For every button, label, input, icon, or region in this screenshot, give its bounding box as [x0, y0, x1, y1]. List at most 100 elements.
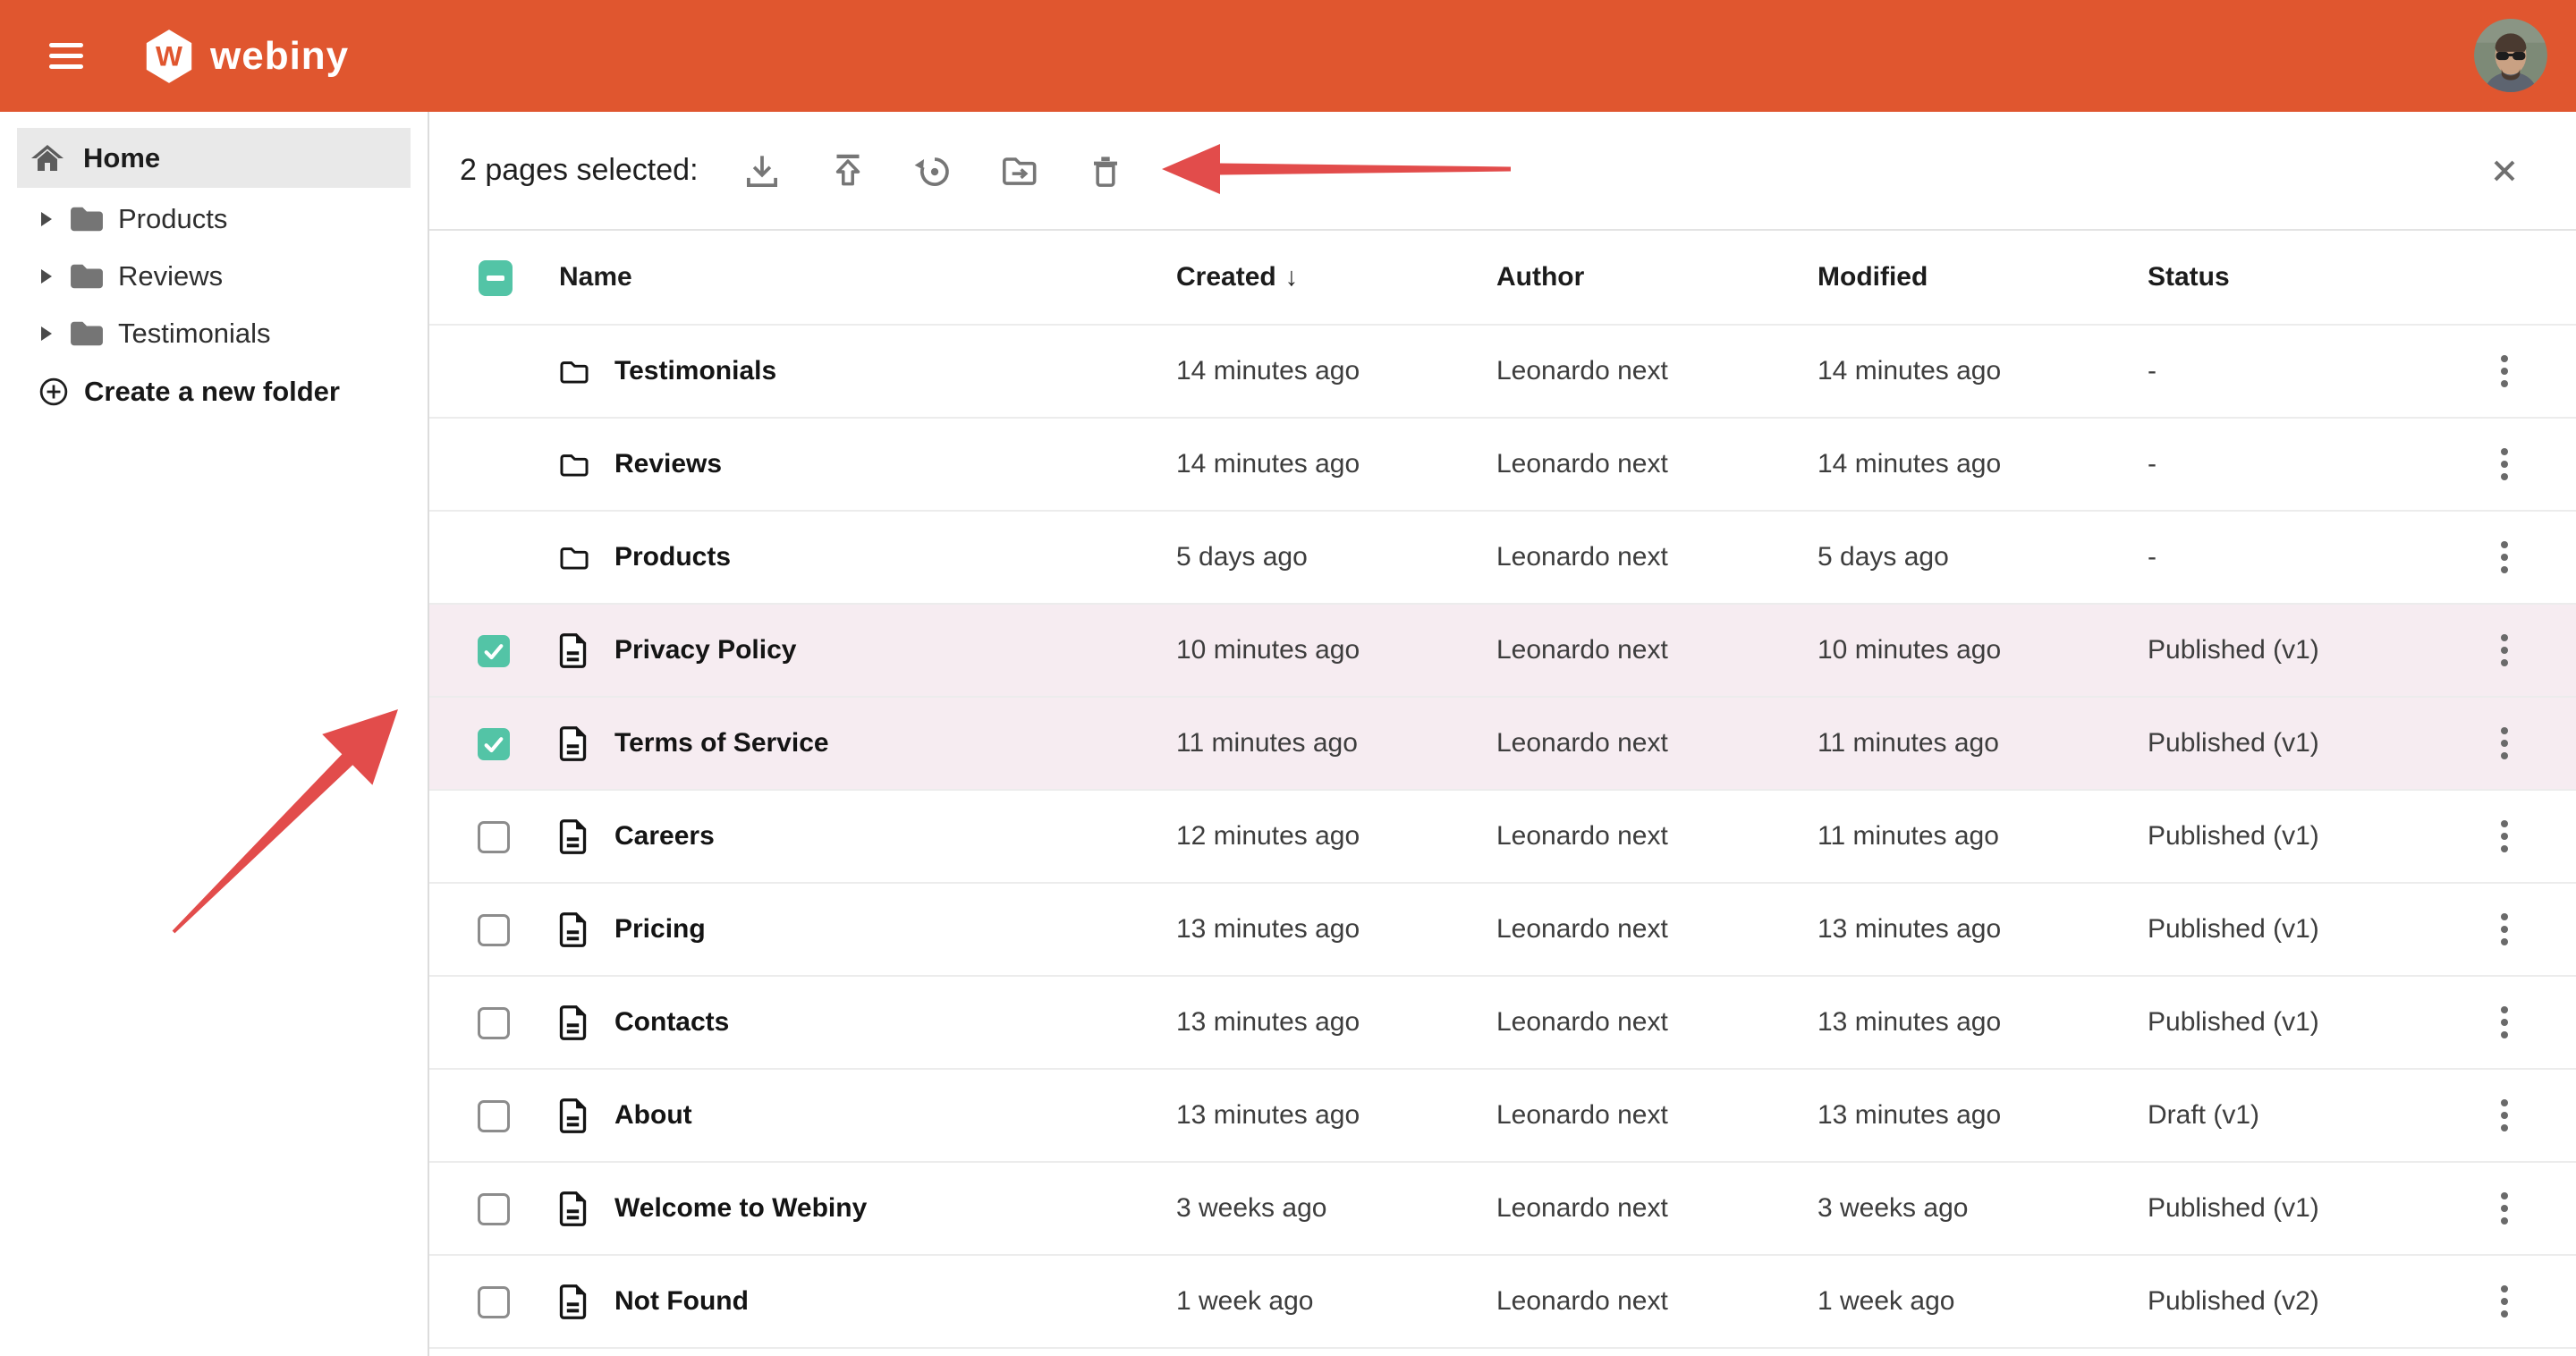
row-status: - — [2148, 419, 2157, 510]
row-name[interactable]: Careers — [614, 791, 715, 882]
row-created: 3 weeks ago — [1176, 1163, 1326, 1254]
webiny-hexagon-icon: W — [144, 29, 194, 84]
row-modified: 5 days ago — [1818, 512, 1949, 603]
webiny-logo[interactable]: W webiny — [144, 29, 349, 84]
row-checkbox[interactable] — [478, 914, 510, 946]
sidebar-item-home[interactable]: Home — [17, 128, 411, 188]
restore-button[interactable] — [909, 146, 959, 196]
row-actions-menu-button[interactable] — [2496, 1280, 2513, 1323]
chevron-right-icon[interactable] — [41, 269, 52, 284]
table-row[interactable]: Contacts 13 minutes ago Leonardo next 13… — [429, 977, 2576, 1070]
create-folder-button[interactable]: Create a new folder — [39, 376, 340, 408]
row-name[interactable]: Welcome to Webiny — [614, 1163, 867, 1254]
selection-count-label: 2 pages selected: — [460, 153, 699, 188]
publish-icon — [826, 148, 870, 193]
page-icon — [557, 1004, 589, 1041]
table-row[interactable]: Reviews 14 minutes ago Leonardo next 14 … — [429, 419, 2576, 512]
row-status: Draft (v1) — [2148, 1070, 2259, 1161]
row-actions-menu-button[interactable] — [2496, 443, 2513, 486]
column-header-created[interactable]: Created ↓ — [1176, 231, 1298, 324]
row-name[interactable]: Privacy Policy — [614, 605, 796, 696]
move-to-folder-button[interactable] — [995, 146, 1045, 196]
table-row[interactable]: Terms of Service 11 minutes ago Leonardo… — [429, 698, 2576, 791]
page-icon — [557, 725, 589, 762]
row-status: Published (v1) — [2148, 791, 2319, 882]
sort-descending-icon: ↓ — [1285, 263, 1299, 292]
row-created: 14 minutes ago — [1176, 419, 1360, 510]
row-actions-menu-button[interactable] — [2496, 1001, 2513, 1044]
row-created: 11 minutes ago — [1176, 698, 1358, 789]
sidebar-folder-item[interactable]: Reviews — [0, 248, 428, 305]
page-icon — [557, 1098, 589, 1134]
row-actions-menu-button[interactable] — [2496, 1187, 2513, 1230]
table-row[interactable]: Products 5 days ago Leonardo next 5 days… — [429, 512, 2576, 605]
row-checkbox[interactable] — [478, 1100, 510, 1132]
row-modified: 10 minutes ago — [1818, 605, 2001, 696]
row-actions-menu-button[interactable] — [2496, 815, 2513, 858]
row-author: Leonardo next — [1496, 419, 1668, 510]
column-header-author[interactable]: Author — [1496, 231, 1584, 324]
menu-icon[interactable] — [49, 43, 83, 69]
row-checkbox[interactable] — [478, 1193, 510, 1225]
download-button[interactable] — [737, 146, 787, 196]
row-actions-menu-button[interactable] — [2496, 536, 2513, 579]
table-row[interactable]: Careers 12 minutes ago Leonardo next 11 … — [429, 791, 2576, 884]
sidebar-folder-label: Products — [118, 203, 227, 235]
annotation-arrow-toolbar — [1159, 141, 1513, 197]
table-row[interactable]: Privacy Policy 10 minutes ago Leonardo n… — [429, 605, 2576, 698]
sidebar-folder-item[interactable]: Testimonials — [0, 305, 428, 362]
table-row[interactable]: Welcome to Webiny 3 weeks ago Leonardo n… — [429, 1163, 2576, 1256]
page-icon — [557, 1191, 589, 1227]
row-name[interactable]: Testimonials — [614, 326, 776, 417]
row-name[interactable]: Terms of Service — [614, 698, 829, 789]
row-checkbox[interactable] — [478, 1286, 510, 1318]
row-modified: 11 minutes ago — [1818, 791, 1999, 882]
sidebar-folder-label: Testimonials — [118, 318, 271, 350]
column-header-modified[interactable]: Modified — [1818, 231, 1928, 324]
row-author: Leonardo next — [1496, 791, 1668, 882]
row-checkbox[interactable] — [478, 1007, 510, 1039]
close-selection-button[interactable] — [2488, 155, 2521, 187]
row-modified: 13 minutes ago — [1818, 977, 2001, 1068]
row-checkbox[interactable] — [478, 635, 510, 667]
row-modified: 14 minutes ago — [1818, 326, 2001, 417]
row-modified: 11 minutes ago — [1818, 698, 1999, 789]
home-icon — [30, 140, 65, 176]
row-name[interactable]: Contacts — [614, 977, 729, 1068]
row-status: Published (v2) — [2148, 1256, 2319, 1347]
row-name[interactable]: Products — [614, 512, 731, 603]
row-actions-menu-button[interactable] — [2496, 350, 2513, 393]
page-icon — [557, 632, 589, 669]
row-checkbox[interactable] — [478, 728, 510, 760]
sidebar-folder-label: Reviews — [118, 260, 223, 292]
row-checkbox[interactable] — [478, 821, 510, 853]
table-row[interactable]: Not Found 1 week ago Leonardo next 1 wee… — [429, 1256, 2576, 1349]
row-actions-menu-button[interactable] — [2496, 908, 2513, 951]
row-created: 13 minutes ago — [1176, 977, 1360, 1068]
row-name[interactable]: About — [614, 1070, 692, 1161]
select-all-checkbox[interactable] — [479, 260, 513, 296]
column-header-name[interactable]: Name — [559, 231, 632, 324]
page-icon — [557, 1284, 589, 1320]
table-row[interactable]: About 13 minutes ago Leonardo next 13 mi… — [429, 1070, 2576, 1163]
table-row[interactable]: Pricing 13 minutes ago Leonardo next 13 … — [429, 884, 2576, 977]
column-header-status[interactable]: Status — [2148, 231, 2230, 324]
publish-button[interactable] — [823, 146, 873, 196]
delete-button[interactable] — [1080, 146, 1131, 196]
row-name[interactable]: Pricing — [614, 884, 706, 975]
row-name[interactable]: Not Found — [614, 1256, 749, 1347]
chevron-right-icon[interactable] — [41, 212, 52, 226]
page-icon — [557, 911, 589, 948]
row-actions-menu-button[interactable] — [2496, 722, 2513, 765]
row-author: Leonardo next — [1496, 1070, 1668, 1161]
row-name[interactable]: Reviews — [614, 419, 722, 510]
row-actions-menu-button[interactable] — [2496, 629, 2513, 672]
row-created: 10 minutes ago — [1176, 605, 1360, 696]
chevron-right-icon[interactable] — [41, 326, 52, 341]
folder-icon — [68, 261, 106, 292]
sidebar-folder-item[interactable]: Products — [0, 191, 428, 248]
table-row[interactable]: Testimonials 14 minutes ago Leonardo nex… — [429, 326, 2576, 419]
row-actions-menu-button[interactable] — [2496, 1094, 2513, 1137]
user-avatar[interactable] — [2474, 19, 2547, 92]
row-status: Published (v1) — [2148, 977, 2319, 1068]
